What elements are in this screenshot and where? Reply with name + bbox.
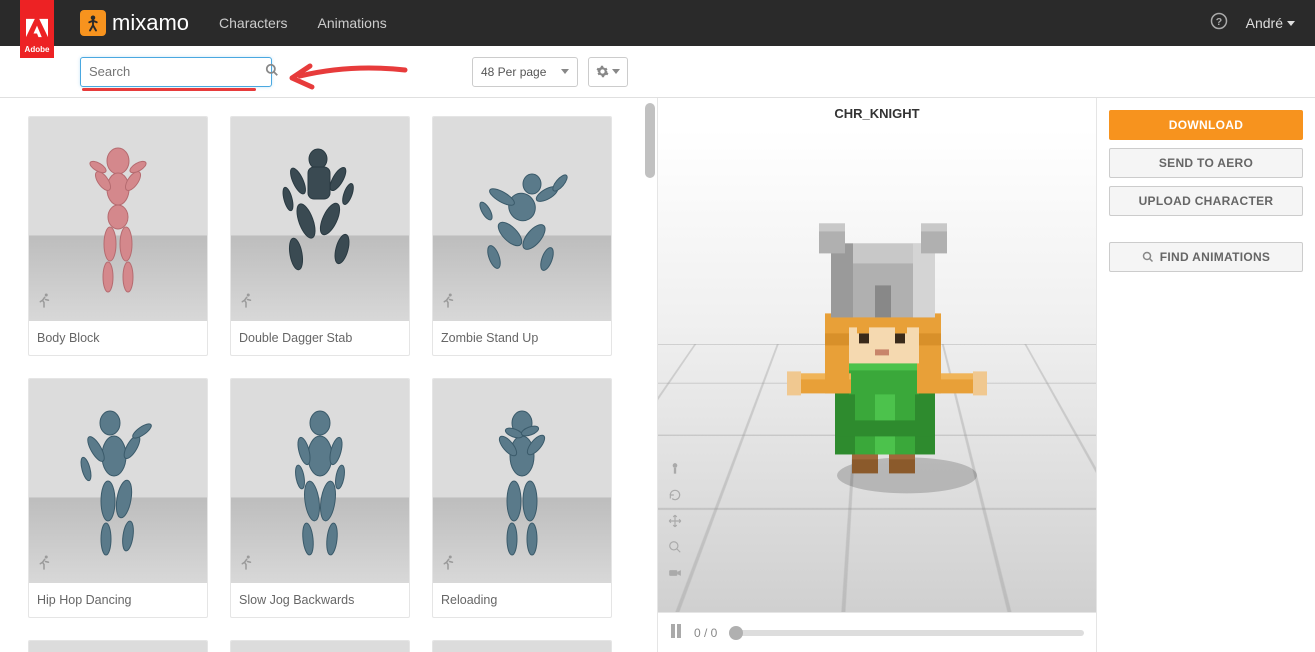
skeleton-icon[interactable] [666,460,684,478]
user-menu[interactable]: André [1246,15,1295,31]
timeline-slider[interactable] [729,630,1084,636]
character-preview [757,185,997,505]
send-to-aero-button[interactable]: SEND TO AERO [1109,148,1303,178]
gear-icon [596,65,609,78]
scrollbar[interactable] [641,98,657,652]
rotate-icon[interactable] [666,486,684,504]
svg-text:?: ? [1215,15,1221,27]
user-name: André [1246,15,1283,31]
running-icon [439,292,457,315]
frame-counter: 0 / 0 [694,626,717,640]
adobe-badge[interactable]: Adobe [20,0,54,58]
animation-card[interactable] [432,640,612,652]
top-bar: Adobe mixamo Characters Animations ? And… [0,0,1315,46]
viewport-tools [666,460,684,582]
running-icon [237,554,255,577]
play-bar: 0 / 0 [658,612,1096,652]
adobe-text: Adobe [25,45,50,54]
search-box[interactable] [80,57,272,87]
animation-thumb [29,379,207,583]
viewport-3d[interactable] [658,129,1096,612]
animation-thumb [231,641,409,652]
slider-thumb[interactable] [729,626,743,640]
animation-thumb [433,379,611,583]
logo-text: mixamo [112,10,189,36]
per-page-select[interactable]: 48 Per page [472,57,578,87]
camera-icon[interactable] [666,564,684,582]
running-icon [237,292,255,315]
chevron-down-icon [561,69,569,74]
animation-grid: Body Block Double Dagger Stab Zombie Sta… [28,116,637,652]
search-icon[interactable] [265,63,279,81]
animation-thumb [231,379,409,583]
animation-card[interactable]: Zombie Stand Up [432,116,612,356]
nav-animations[interactable]: Animations [317,15,386,31]
toolbar: 48 Per page [0,46,1315,98]
animation-thumb [433,641,611,652]
animation-card[interactable]: Double Dagger Stab [230,116,410,356]
chevron-down-icon [1287,21,1295,26]
adobe-icon [26,17,48,39]
animation-thumb [433,117,611,321]
animation-label: Double Dagger Stab [231,321,409,355]
actions-panel: DOWNLOAD SEND TO AERO UPLOAD CHARACTER F… [1097,98,1315,652]
animation-thumb [29,641,207,652]
running-icon [439,554,457,577]
running-icon [35,554,53,577]
animation-label: Hip Hop Dancing [29,583,207,617]
animation-card[interactable]: Reloading [432,378,612,618]
animation-card[interactable]: Body Block [28,116,208,356]
download-button[interactable]: DOWNLOAD [1109,110,1303,140]
settings-button[interactable] [588,57,628,87]
zoom-icon[interactable] [666,538,684,556]
nav-characters[interactable]: Characters [219,15,287,31]
animation-card[interactable] [28,640,208,652]
move-icon[interactable] [666,512,684,530]
animation-label: Body Block [29,321,207,355]
main-nav: Characters Animations [219,15,387,31]
animation-card[interactable] [230,640,410,652]
animation-thumb [231,117,409,321]
upload-character-button[interactable]: UPLOAD CHARACTER [1109,186,1303,216]
preview-panel: CHR_KNIGHT [657,98,1097,652]
annotation-underline [82,88,256,91]
search-icon [1142,251,1154,263]
running-icon [35,292,53,315]
animation-label: Slow Jog Backwards [231,583,409,617]
help-icon[interactable]: ? [1210,12,1228,35]
logo[interactable]: mixamo [80,10,189,36]
per-page-label: 48 Per page [481,65,546,79]
animation-card[interactable]: Hip Hop Dancing [28,378,208,618]
main-content: Body Block Double Dagger Stab Zombie Sta… [0,98,1315,652]
pause-button[interactable] [670,624,682,642]
animation-card[interactable]: Slow Jog Backwards [230,378,410,618]
animation-label: Reloading [433,583,611,617]
mixamo-icon [80,10,106,36]
scrollbar-thumb[interactable] [645,103,655,178]
animation-label: Zombie Stand Up [433,321,611,355]
character-name: CHR_KNIGHT [658,98,1096,129]
find-animations-button[interactable]: FIND ANIMATIONS [1109,242,1303,272]
animation-thumb [29,117,207,321]
search-input[interactable] [89,64,265,79]
chevron-down-icon [612,69,620,74]
animation-grid-panel: Body Block Double Dagger Stab Zombie Sta… [0,98,657,652]
